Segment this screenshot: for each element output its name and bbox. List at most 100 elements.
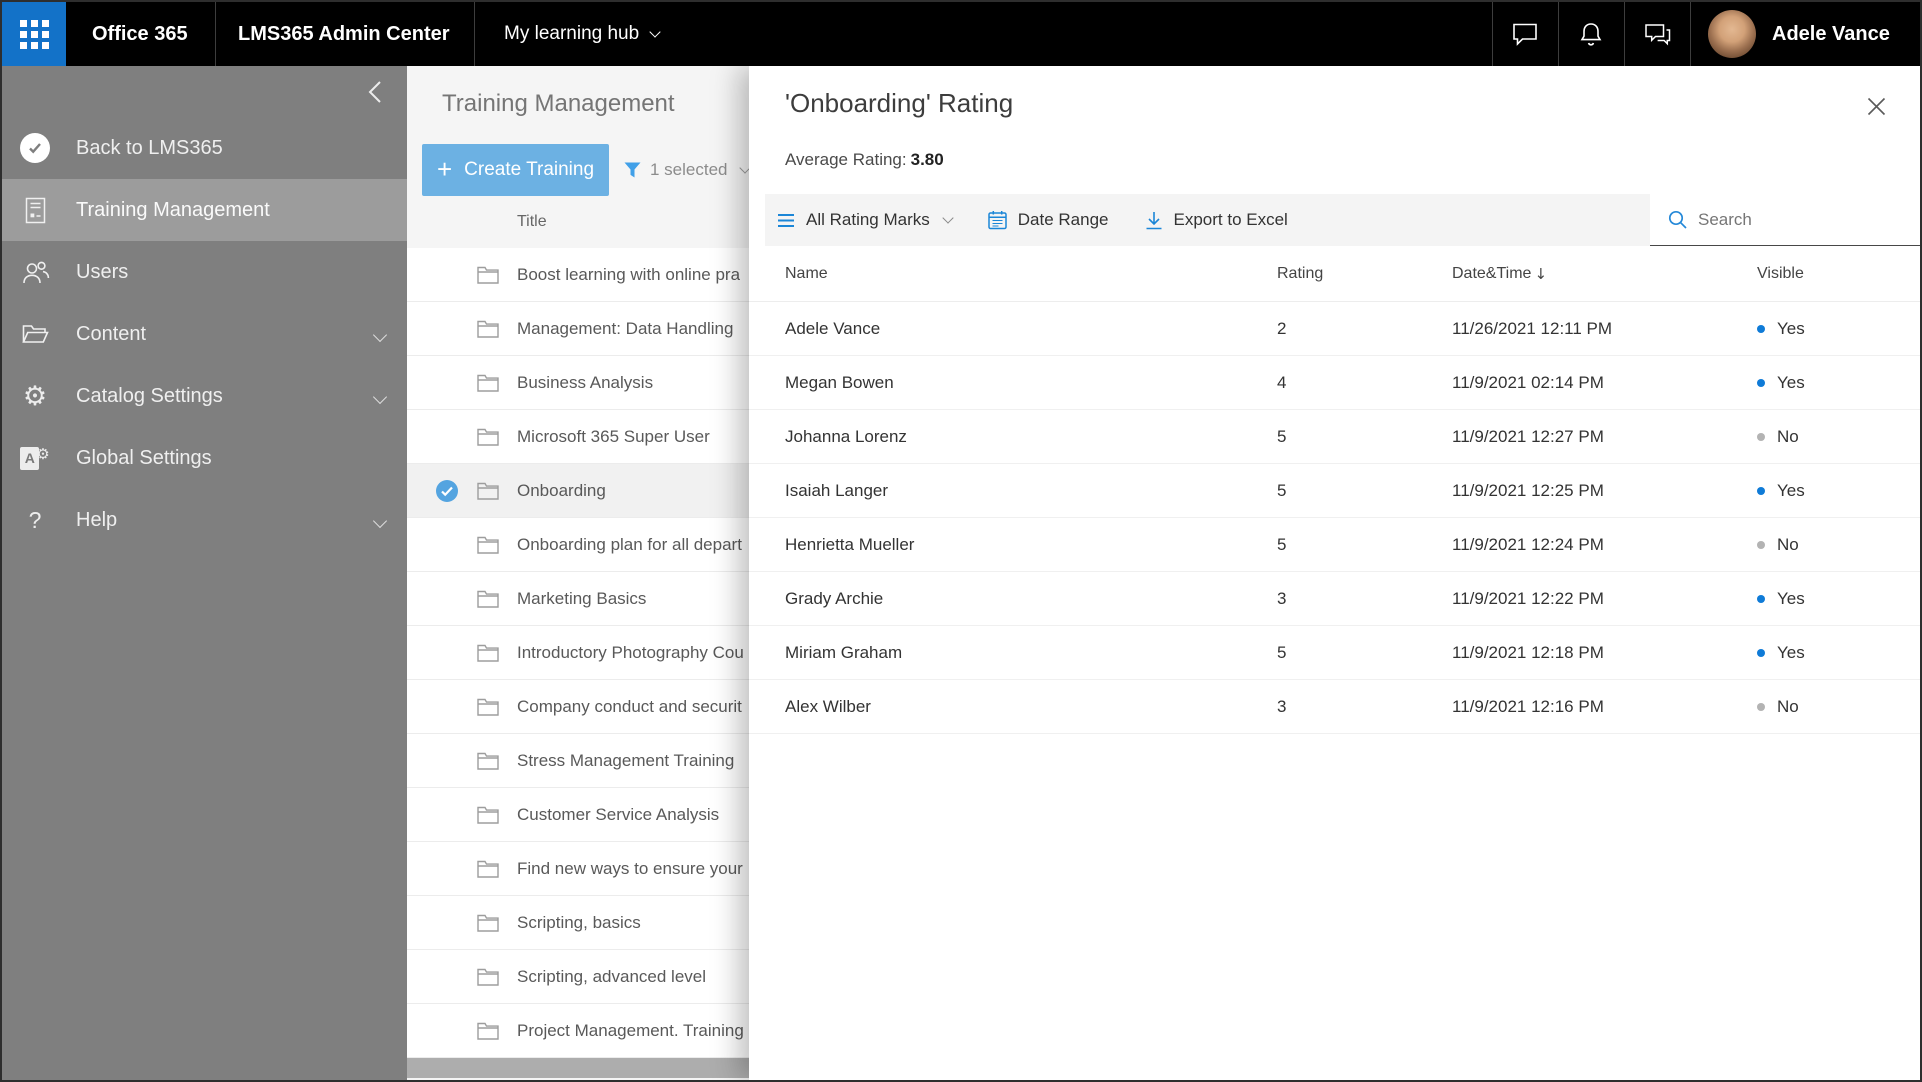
office-365-link[interactable]: Office 365 xyxy=(92,2,188,66)
sidebar-item-content[interactable]: Content xyxy=(2,303,407,365)
onboarding-rating-panel: 'Onboarding' Rating Average Rating: 3.80 … xyxy=(749,66,1920,1080)
search-input[interactable] xyxy=(1698,209,1908,230)
export-to-excel-button[interactable]: Export to Excel xyxy=(1145,210,1288,230)
training-title: Boost learning with online pra xyxy=(517,264,741,284)
waffle-icon xyxy=(2,2,66,66)
training-row[interactable]: Boost learning with online pra xyxy=(407,248,749,302)
sidebar-item-label: Training Management xyxy=(76,198,270,221)
app-launcher-button[interactable] xyxy=(2,2,66,66)
training-title: Project Management. Training xyxy=(517,1020,744,1040)
rating-row[interactable]: Johanna Lorenz 5 11/9/2021 12:27 PM No xyxy=(749,410,1920,464)
chevron-down-icon xyxy=(738,162,749,174)
cell-rating: 5 xyxy=(1277,534,1287,554)
training-row[interactable]: Onboarding plan for all depart xyxy=(407,518,749,572)
filter-selected-dropdown[interactable]: 1 selected xyxy=(624,144,749,196)
training-row[interactable]: Stress Management Training xyxy=(407,734,749,788)
lms365-admin-center-link[interactable]: LMS365 Admin Center xyxy=(238,2,450,66)
rating-row[interactable]: Adele Vance 2 11/26/2021 12:11 PM Yes xyxy=(749,302,1920,356)
cell-visible: No xyxy=(1757,427,1920,447)
horizontal-scrollbar[interactable] xyxy=(407,1058,749,1078)
training-title: Onboarding plan for all depart xyxy=(517,534,742,554)
rating-row[interactable]: Grady Archie 3 11/9/2021 12:22 PM Yes xyxy=(749,572,1920,626)
training-row[interactable]: Introductory Photography Cou xyxy=(407,626,749,680)
training-title: Company conduct and securit xyxy=(517,696,742,716)
sidebar-item-label: Catalog Settings xyxy=(76,384,223,407)
training-row[interactable]: Management: Data Handling xyxy=(407,302,749,356)
feedback-button[interactable] xyxy=(1625,2,1689,66)
visible-dot-icon xyxy=(1757,378,1765,387)
rating-row[interactable]: Alex Wilber 3 11/9/2021 12:16 PM No xyxy=(749,680,1920,734)
people-icon xyxy=(20,257,50,287)
column-header-rating[interactable]: Rating xyxy=(1277,265,1452,283)
column-header-name[interactable]: Name xyxy=(749,265,1277,283)
my-learning-hub-dropdown[interactable]: My learning hub xyxy=(504,2,661,66)
training-row[interactable]: Find new ways to ensure your xyxy=(407,842,749,896)
training-row[interactable]: Customer Service Analysis xyxy=(407,788,749,842)
training-row[interactable]: Onboarding xyxy=(407,464,749,518)
date-range-button[interactable]: Date Range xyxy=(988,210,1109,230)
rating-row[interactable]: Miriam Graham 5 11/9/2021 12:18 PM Yes xyxy=(749,626,1920,680)
visible-label: No xyxy=(1777,534,1799,554)
sidebar-item-back-to-lms365[interactable]: Back to LMS365 xyxy=(2,117,407,179)
folder-icon xyxy=(477,320,499,343)
calendar-icon xyxy=(988,211,1007,230)
visible-label: Yes xyxy=(1777,588,1805,608)
plus-icon xyxy=(437,156,452,184)
training-title: Marketing Basics xyxy=(517,588,647,608)
modal-title: 'Onboarding' Rating xyxy=(785,88,1014,118)
cell-rating: 5 xyxy=(1277,642,1287,662)
cell-name: Isaiah Langer xyxy=(785,480,889,500)
chevron-left-icon xyxy=(368,81,381,103)
cell-rating: 3 xyxy=(1277,588,1287,608)
avatar[interactable] xyxy=(1708,10,1756,58)
training-row[interactable]: Scripting, advanced level xyxy=(407,950,749,1004)
sidebar-item-help[interactable]: ? Help xyxy=(2,489,407,551)
cell-visible: Yes xyxy=(1757,319,1920,339)
visible-label: No xyxy=(1777,426,1799,446)
visible-dot-icon xyxy=(1757,432,1765,441)
user-name[interactable]: Adele Vance xyxy=(1772,2,1890,66)
cell-name: Grady Archie xyxy=(785,588,884,608)
column-header-visible[interactable]: Visible xyxy=(1757,265,1920,283)
sidebar-collapse-button[interactable] xyxy=(355,72,395,112)
cell-visible: No xyxy=(1757,535,1920,555)
rating-row[interactable]: Megan Bowen 4 11/9/2021 02:14 PM Yes xyxy=(749,356,1920,410)
notifications-button[interactable] xyxy=(1559,2,1623,66)
training-title: Scripting, basics xyxy=(517,912,641,932)
sidebar: Back to LMS365 Training Management Users… xyxy=(2,66,407,1080)
column-header-title[interactable]: Title xyxy=(517,213,547,231)
topbar: Office 365 LMS365 Admin Center My learni… xyxy=(2,2,1920,66)
training-row[interactable]: Marketing Basics xyxy=(407,572,749,626)
cell-visible: Yes xyxy=(1757,481,1920,501)
sidebar-item-global-settings[interactable]: A ⚙ Global Settings xyxy=(2,427,407,489)
all-rating-marks-dropdown[interactable]: All Rating Marks xyxy=(777,210,954,230)
close-icon[interactable] xyxy=(1860,90,1892,122)
sidebar-item-training-management[interactable]: Training Management xyxy=(2,179,407,241)
visible-label: Yes xyxy=(1777,372,1805,392)
training-row[interactable]: Microsoft 365 Super User xyxy=(407,410,749,464)
gear-icon: ⚙ xyxy=(22,380,48,412)
training-row[interactable]: Company conduct and securit xyxy=(407,680,749,734)
column-header-datetime[interactable]: Date&Time xyxy=(1452,265,1757,283)
sidebar-item-catalog-settings[interactable]: ⚙ Catalog Settings xyxy=(2,365,407,427)
sidebar-item-label: Back to LMS365 xyxy=(76,136,223,159)
create-training-button[interactable]: Create Training xyxy=(422,144,609,196)
training-row[interactable]: Business Analysis xyxy=(407,356,749,410)
rating-toolbar: All Rating Marks Date Range Export to Ex… xyxy=(765,194,1920,246)
training-row[interactable]: Scripting, basics xyxy=(407,896,749,950)
cell-datetime: 11/9/2021 12:16 PM xyxy=(1452,696,1604,716)
visible-label: Yes xyxy=(1777,318,1805,338)
training-title: Microsoft 365 Super User xyxy=(517,426,710,446)
hub-label: My learning hub xyxy=(504,23,640,44)
rating-row[interactable]: Henrietta Mueller 5 11/9/2021 12:24 PM N… xyxy=(749,518,1920,572)
cell-visible: Yes xyxy=(1757,643,1920,663)
folder-icon xyxy=(477,266,499,289)
chat-button[interactable] xyxy=(1493,2,1557,66)
cell-name: Johanna Lorenz xyxy=(785,426,907,446)
training-row[interactable]: Project Management. Training xyxy=(407,1004,749,1058)
rating-row[interactable]: Isaiah Langer 5 11/9/2021 12:25 PM Yes xyxy=(749,464,1920,518)
filter-lines-icon xyxy=(778,213,794,227)
filter-selected-label: 1 selected xyxy=(650,160,728,179)
sidebar-item-users[interactable]: Users xyxy=(2,241,407,303)
training-management-panel: Training Management Create Training 1 se… xyxy=(407,66,749,1080)
